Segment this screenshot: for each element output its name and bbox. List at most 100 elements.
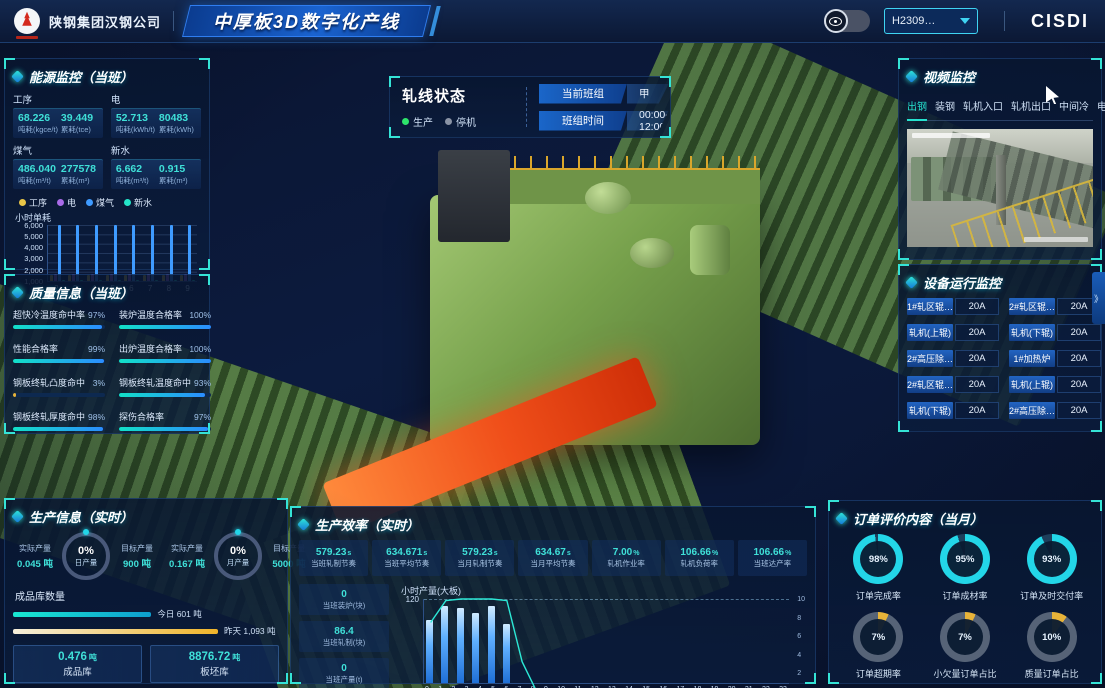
energy-bar-煤气 bbox=[188, 225, 191, 281]
hourly-bar bbox=[457, 608, 464, 683]
hourly-chart-title: 小时产量(大板) bbox=[401, 584, 807, 597]
inventory-cards: 0.476吨 成品库 8876.72吨 板坯库 bbox=[13, 645, 279, 683]
panel-corner-decor bbox=[828, 673, 839, 684]
inventory-card-value: 0.476 bbox=[58, 651, 87, 663]
stat-value: 634.671 bbox=[386, 547, 422, 558]
drawer-toggle[interactable]: 》 bbox=[1092, 272, 1105, 324]
ytick: 4 bbox=[797, 652, 805, 659]
donut-chart: 7% bbox=[853, 612, 903, 662]
output-gauges: 实际产量0.045 吨 0%日产量 目标产量900 吨 实际产量0.167 吨 … bbox=[13, 532, 279, 580]
panel-corner-decor bbox=[4, 673, 15, 684]
panel-title: 质量信息（当班） bbox=[29, 283, 133, 302]
quality-percent: 100% bbox=[189, 344, 211, 354]
quality-item: 性能合格率 99% bbox=[13, 342, 105, 363]
heat-number-dropdown[interactable]: H2309… bbox=[884, 8, 978, 34]
progress-fill bbox=[13, 427, 103, 431]
panel-quality-info: 质量信息（当班） 超快冷温度命中率 97% 装炉温度合格率 100% 性能合格率 bbox=[4, 274, 210, 434]
stat-unit: s bbox=[567, 550, 571, 557]
quality-percent: 3% bbox=[93, 378, 105, 388]
device-current-value: 20A bbox=[1057, 402, 1101, 419]
stat-value: 106.66 bbox=[680, 547, 711, 558]
output-gauge-group: 实际产量0.045 吨 0%日产量 目标产量900 吨 bbox=[13, 532, 159, 580]
page-title: 中厚板3D数字化产线 bbox=[213, 8, 400, 34]
energy-group: 煤气 486.040吨耗(m³/t) 277578累耗(m³) bbox=[13, 143, 103, 189]
hourly-bar bbox=[472, 613, 479, 683]
ytick: 4,000 bbox=[24, 243, 43, 252]
ytick: 5,000 bbox=[24, 232, 43, 241]
device-current-value: 20A bbox=[955, 324, 999, 341]
energy-bar-煤气 bbox=[95, 225, 98, 281]
stat-value: 634.67 bbox=[535, 547, 566, 558]
device-label: 1#轧区辊… bbox=[907, 298, 953, 315]
shift-info-row: 当前班组 甲 bbox=[539, 84, 669, 104]
device-current-value: 20A bbox=[955, 402, 999, 419]
side-stat-value: 0 bbox=[341, 663, 347, 674]
camera-tab[interactable]: 装钢 bbox=[935, 98, 955, 116]
ytick: 2 bbox=[797, 670, 805, 677]
camera-tab[interactable]: 轧机入口 bbox=[963, 98, 1003, 116]
camera-tab[interactable]: 电加热 bbox=[1097, 98, 1105, 116]
energy-group: 工序 68.226吨耗(kgce/t) 39.449累耗(tce) bbox=[13, 92, 103, 138]
diamond-icon bbox=[11, 510, 24, 523]
legend-item: 新水 bbox=[124, 196, 152, 209]
device-item: 轧机(下辊) 20A bbox=[907, 402, 999, 419]
eye-icon bbox=[829, 17, 842, 26]
shift-info-label: 当前班组 bbox=[539, 84, 627, 104]
device-label: 轧机(上辊) bbox=[907, 324, 953, 341]
donut-label: 质量订单占比 bbox=[1025, 667, 1079, 680]
side-stat-value: 0 bbox=[341, 589, 347, 600]
order-donut-cell: 7% 订单超期率 bbox=[837, 612, 920, 680]
order-donut-cell: 10% 质量订单占比 bbox=[1010, 612, 1093, 680]
inventory-card-label: 成品库 bbox=[63, 664, 92, 678]
company-logo-icon bbox=[14, 8, 40, 34]
donut-label: 订单超期率 bbox=[856, 667, 901, 680]
stat-label: 轧机负荷率 bbox=[681, 558, 719, 569]
progress-fill bbox=[119, 325, 211, 329]
energy-value: 277578 bbox=[61, 163, 98, 175]
visibility-toggle[interactable] bbox=[824, 10, 870, 32]
progress-fill bbox=[119, 359, 211, 363]
panel-corner-decor bbox=[199, 423, 210, 434]
efficiency-stat-card: 634.671s 当班平均节奏 bbox=[372, 540, 441, 576]
donut-label: 订单及时交付率 bbox=[1020, 589, 1083, 602]
hourly-yticks-left: 1200 bbox=[401, 595, 419, 688]
inventory-card-label: 板坯库 bbox=[200, 664, 229, 678]
device-label: 轧机(下辊) bbox=[907, 402, 953, 419]
panel-corner-decor bbox=[4, 259, 15, 270]
camera-tab[interactable]: 中间冷 bbox=[1059, 98, 1089, 116]
side-stat-value: 86.4 bbox=[334, 626, 353, 637]
panel-corner-decor bbox=[898, 264, 909, 275]
stat-value: 579.23 bbox=[462, 547, 493, 558]
order-donut-cell: 7% 小欠量订单占比 bbox=[924, 612, 1007, 680]
panel-corner-decor bbox=[199, 274, 210, 285]
status-legend-item: 生产 bbox=[402, 114, 433, 129]
energy-group: 新水 6.662吨耗(m³/t) 0.915累耗(m³) bbox=[111, 143, 201, 189]
camera-tab[interactable]: 出钢 bbox=[907, 98, 927, 116]
inventory-card: 0.476吨 成品库 bbox=[13, 645, 142, 683]
legend-item: 工序 bbox=[19, 196, 47, 209]
donut-label: 订单完成率 bbox=[856, 589, 901, 602]
legend-item: 煤气 bbox=[86, 196, 114, 209]
inventory-card-value: 8876.72 bbox=[189, 651, 231, 663]
panel-title: 能源监控（当班） bbox=[29, 67, 133, 86]
legend-item: 电 bbox=[57, 196, 76, 209]
panel-corner-decor bbox=[660, 127, 671, 138]
quality-percent: 97% bbox=[88, 310, 105, 320]
cctv-video-feed[interactable] bbox=[907, 129, 1093, 247]
camera-tab[interactable]: 轧机出口 bbox=[1011, 98, 1051, 116]
progress-fill bbox=[119, 427, 208, 431]
device-current-value: 20A bbox=[1057, 324, 1101, 341]
stat-label: 当月平均节奏 bbox=[530, 558, 575, 569]
progress-track bbox=[119, 325, 211, 329]
device-item: 2#高压除… 20A bbox=[907, 350, 999, 367]
panel-corner-decor bbox=[4, 423, 15, 434]
hourly-output-bar-chart bbox=[423, 599, 789, 684]
panel-corner-decor bbox=[290, 506, 301, 517]
page-title-plate: 中厚板3D数字化产线 bbox=[182, 5, 431, 37]
header-divider bbox=[173, 11, 174, 31]
dashboard-root: 陕钢集团汉钢公司 中厚板3D数字化产线 H2309… CISDI 能源监控（当班… bbox=[0, 0, 1105, 688]
energy-unit-label: 累耗(kWh) bbox=[159, 124, 196, 135]
device-label: 轧机(下辊) bbox=[1009, 324, 1055, 341]
panel-order-evaluation: 订单评价内容（当月） 98% 订单完成率 95% 订单成材率 bbox=[828, 500, 1102, 684]
efficiency-side-stats: 0当班装炉(块) 86.4当班轧制(块) 0当班产量(t) bbox=[299, 584, 389, 688]
